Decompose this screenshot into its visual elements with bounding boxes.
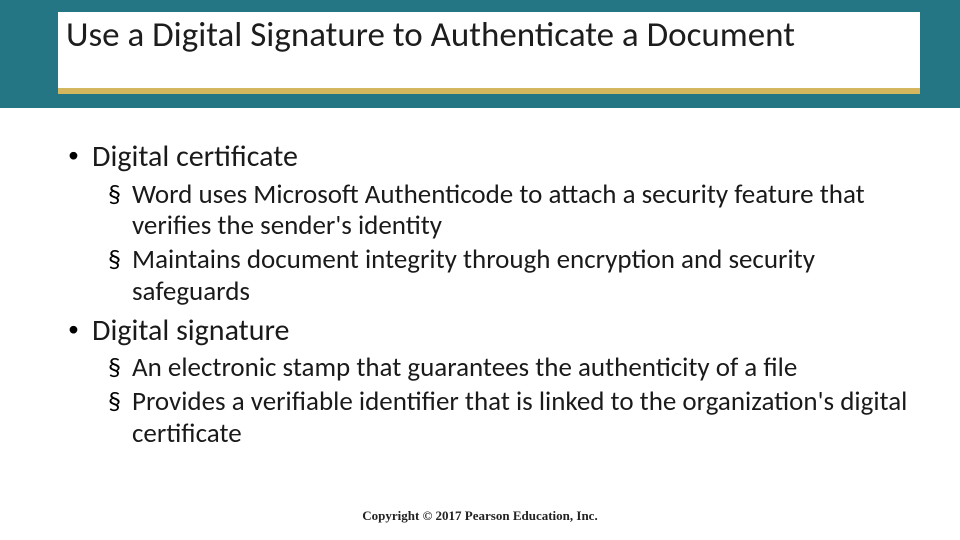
title-band: Use a Digital Signature to Authenticate … (0, 0, 960, 108)
copyright-footer: Copyright © 2017 Pearson Education, Inc. (0, 508, 960, 524)
subbullet: Maintains document integrity through enc… (58, 244, 912, 308)
bullet-digital-signature: Digital signature (58, 314, 912, 349)
subbullet: Word uses Microsoft Authenticode to atta… (58, 179, 912, 243)
subbullet: Provides a verifiable identifier that is… (58, 386, 912, 450)
slide-title: Use a Digital Signature to Authenticate … (66, 16, 900, 55)
bullet-digital-certificate: Digital certificate (58, 140, 912, 175)
subbullet: An electronic stamp that guarantees the … (58, 352, 912, 384)
slide-body: Digital certificate Word uses Microsoft … (0, 108, 960, 450)
